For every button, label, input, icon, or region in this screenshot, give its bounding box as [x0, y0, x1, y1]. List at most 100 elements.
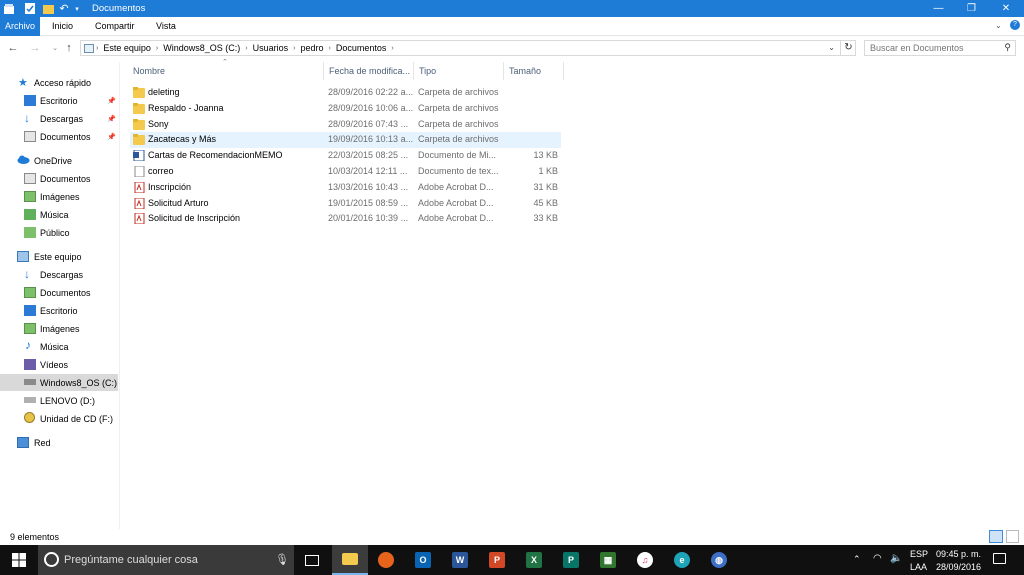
- close-button[interactable]: ✕: [988, 0, 1024, 17]
- task-view-button[interactable]: [294, 545, 330, 575]
- taskbar-firefox[interactable]: [368, 545, 404, 575]
- nav-quick-documentos[interactable]: Documentos 📌: [0, 128, 118, 145]
- taskbar: Pregúntame cualquier cosa 🎙 O W P X P ▦ …: [0, 545, 1024, 575]
- microphone-icon[interactable]: 🎙: [275, 553, 289, 566]
- file-name: correo: [148, 166, 174, 176]
- file-row[interactable]: Solicitud de Inscripción 20/01/2016 10:39…: [130, 211, 561, 227]
- refresh-icon[interactable]: ↻: [840, 40, 856, 56]
- column-header-size[interactable]: Tamaño: [504, 62, 564, 80]
- address-dropdown-icon[interactable]: ⌄: [828, 43, 835, 52]
- nav-drive-cd[interactable]: Unidad de CD (F:): [0, 410, 118, 427]
- file-row[interactable]: Inscripción 13/03/2016 10:43 ... Adobe Acr…: [130, 180, 561, 196]
- file-row[interactable]: deleting 28/09/2016 02:22 a... Carpeta de …: [130, 85, 561, 101]
- language-code[interactable]: ESP: [910, 549, 928, 559]
- nav-red[interactable]: Red: [0, 434, 118, 451]
- tab-compartir[interactable]: Compartir: [89, 17, 141, 36]
- nav-label: Acceso rápido: [34, 77, 92, 88]
- tab-archivo[interactable]: Archivo: [0, 17, 40, 36]
- search-input[interactable]: [865, 41, 990, 55]
- breadcrumb-pedro[interactable]: pedro: [300, 43, 323, 53]
- column-header-date[interactable]: Fecha de modifica...: [324, 62, 414, 80]
- firefox-icon: [378, 552, 394, 568]
- clock-date[interactable]: 28/09/2016: [936, 562, 981, 572]
- nav-pc-musica[interactable]: ♪ Música: [0, 338, 118, 355]
- clock-time[interactable]: 09:45 p. m.: [936, 549, 981, 559]
- taskbar-excel[interactable]: X: [516, 545, 552, 575]
- nav-label: Imágenes: [40, 323, 80, 334]
- taskbar-powerpoint[interactable]: P: [479, 545, 515, 575]
- pin-icon: 📌: [107, 115, 116, 123]
- breadcrumb-este-equipo[interactable]: Este equipo: [103, 43, 151, 53]
- file-row[interactable]: Zacatecas y Más 19/09/2016 10:13 a... Carp…: [130, 132, 561, 149]
- documents-icon: [24, 173, 36, 184]
- nav-drive-lenovo[interactable]: LENOVO (D:): [0, 392, 118, 409]
- properties-icon[interactable]: [24, 2, 36, 15]
- file-row[interactable]: Solicitud Arturo 19/01/2015 08:59 ... Adob…: [130, 196, 561, 212]
- nav-onedrive-imagenes[interactable]: Imágenes: [0, 188, 118, 205]
- nav-este-equipo[interactable]: Este equipo: [0, 248, 118, 265]
- taskbar-word[interactable]: W: [442, 545, 478, 575]
- maximize-button[interactable]: ❐: [955, 0, 988, 17]
- taskbar-itunes[interactable]: ♫: [627, 545, 663, 575]
- address-bar[interactable]: › Este equipo › Windows8_OS (C:) › Usuar…: [80, 40, 856, 56]
- breadcrumb-usuarios[interactable]: Usuarios: [253, 43, 289, 53]
- tab-inicio[interactable]: Inicio: [46, 17, 79, 36]
- nav-onedrive[interactable]: OneDrive: [0, 152, 118, 169]
- file-date: 28/09/2016 10:06 a...: [328, 102, 414, 113]
- file-row[interactable]: Respaldo - Joanna 28/09/2016 10:06 a... Ca…: [130, 101, 561, 117]
- taskbar-publisher[interactable]: P: [553, 545, 589, 575]
- details-view-button[interactable]: [989, 530, 1003, 543]
- search-icon[interactable]: ⚲: [1004, 42, 1011, 53]
- chevron-right-icon: ›: [245, 44, 248, 52]
- help-icon[interactable]: ?: [1010, 20, 1020, 30]
- breadcrumb-documentos[interactable]: Documentos: [336, 43, 387, 53]
- nav-onedrive-publico[interactable]: Público: [0, 224, 118, 241]
- nav-quick-escritorio[interactable]: Escritorio 📌: [0, 92, 118, 109]
- breadcrumb-windows8-os[interactable]: Windows8_OS (C:): [163, 43, 240, 53]
- minimize-button[interactable]: —: [922, 0, 955, 17]
- folder-icon: [133, 87, 145, 98]
- show-hidden-icons-icon[interactable]: ⌃: [853, 554, 861, 565]
- recent-locations-icon[interactable]: ⌄: [48, 41, 62, 55]
- explorer-app-icon[interactable]: [4, 2, 14, 15]
- file-type: Carpeta de archivos: [418, 118, 499, 129]
- taskbar-edge[interactable]: e: [664, 545, 700, 575]
- nav-pc-escritorio[interactable]: Escritorio: [0, 302, 118, 319]
- wifi-icon[interactable]: ◠: [873, 553, 882, 564]
- nav-pc-imagenes[interactable]: Imágenes: [0, 320, 118, 337]
- volume-icon[interactable]: 🔈: [890, 553, 902, 564]
- nav-quick-access[interactable]: ★ Acceso rápido: [0, 74, 118, 91]
- start-button[interactable]: [0, 545, 38, 575]
- taskbar-outlook[interactable]: O: [405, 545, 441, 575]
- column-header-name[interactable]: Nombre: [128, 62, 324, 80]
- column-header-type[interactable]: Tipo: [414, 62, 504, 80]
- new-folder-icon[interactable]: [42, 2, 54, 15]
- file-row[interactable]: Sony 28/09/2016 07:43 ... Carpeta de archi…: [130, 117, 561, 133]
- expand-ribbon-icon[interactable]: ⌄: [995, 21, 1002, 30]
- tab-vista[interactable]: Vista: [150, 17, 182, 36]
- forward-button[interactable]: →: [28, 41, 42, 55]
- nav-pc-videos[interactable]: Vídeos: [0, 356, 118, 373]
- nav-quick-descargas[interactable]: ↓ Descargas 📌: [0, 110, 118, 127]
- nav-pc-documentos[interactable]: Documentos: [0, 284, 118, 301]
- undo-icon[interactable]: ↶: [58, 2, 70, 15]
- taskbar-file-explorer[interactable]: [332, 545, 368, 575]
- nav-onedrive-musica[interactable]: Música: [0, 206, 118, 223]
- back-button[interactable]: ←: [6, 41, 20, 55]
- file-row[interactable]: correo 10/03/2014 12:11 ... Documento de t…: [130, 164, 561, 180]
- large-icons-view-button[interactable]: [1006, 530, 1019, 543]
- nav-pc-descargas[interactable]: ↓ Descargas: [0, 266, 118, 283]
- nav-pc-windows8-os[interactable]: Windows8_OS (C:): [0, 374, 118, 391]
- star-icon: ★: [18, 77, 28, 89]
- cortana-search-box[interactable]: Pregúntame cualquier cosa 🎙: [38, 545, 294, 575]
- action-center-icon[interactable]: [993, 553, 1006, 564]
- up-button[interactable]: ↑: [62, 41, 76, 55]
- search-box[interactable]: ⚲: [864, 40, 1016, 56]
- taskbar-project[interactable]: ▦: [590, 545, 626, 575]
- nav-onedrive-documentos[interactable]: Documentos: [0, 170, 118, 187]
- keyboard-layout[interactable]: LAA: [910, 562, 927, 572]
- file-name: Zacatecas y Más: [148, 134, 217, 145]
- file-row[interactable]: Cartas de RecomendacionMEMO 22/03/2015 08…: [130, 148, 561, 164]
- taskbar-browser[interactable]: ◍: [701, 545, 737, 575]
- customize-toolbar-icon[interactable]: ▾: [73, 2, 81, 15]
